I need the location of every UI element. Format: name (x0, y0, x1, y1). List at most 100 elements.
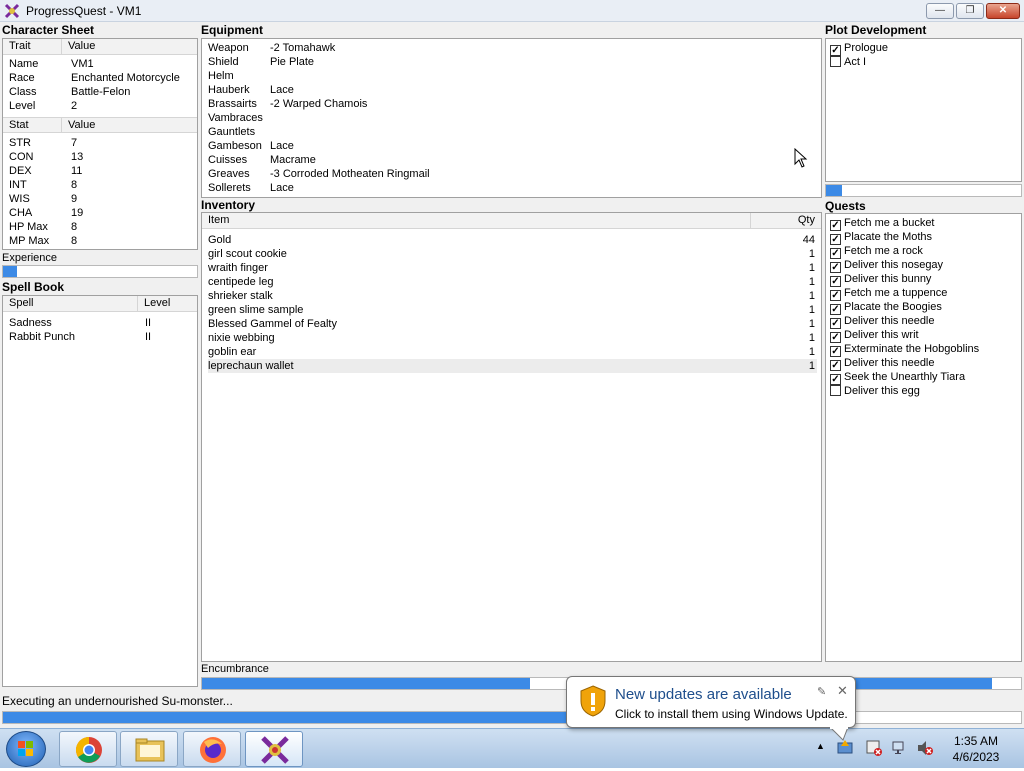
quest-item[interactable]: ✓ Fetch me a bucket (830, 216, 935, 231)
quest-item-label: Deliver this egg (844, 385, 920, 397)
close-button[interactable]: ✕ (986, 3, 1020, 19)
inventory-item-name: girl scout cookie (208, 248, 287, 260)
stat-row[interactable]: STR 7 (9, 136, 193, 150)
spell-column[interactable]: Spell (3, 296, 33, 311)
equipment-row[interactable]: Weapon -2 Tomahawk (208, 41, 817, 55)
notification-close-icon[interactable]: ✕ (837, 683, 848, 699)
inventory-item-qty: 1 (808, 346, 815, 358)
quest-item[interactable]: ✓ Fetch me a tuppence (830, 286, 947, 301)
quest-item[interactable]: ✓ Fetch me a rock (830, 244, 923, 259)
trait-column[interactable]: Trait (3, 39, 31, 54)
stat-row[interactable]: DEX 11 (9, 164, 193, 178)
minimize-button[interactable]: — (926, 3, 954, 19)
restore-button[interactable]: ❐ (956, 3, 984, 19)
task-progress-bar-fill (3, 712, 635, 723)
trait-row[interactable]: Class Battle-Felon (9, 85, 193, 99)
stat-row[interactable]: HP Max 8 (9, 220, 193, 234)
notification-options-icon[interactable]: ✎ (817, 685, 826, 698)
equipment-row[interactable]: Gambeson Lace (208, 139, 817, 153)
equipment-row[interactable]: Sollerets Lace (208, 181, 817, 195)
plot-act[interactable]: Act I (830, 55, 866, 69)
equipment-row[interactable]: Helm (208, 69, 817, 83)
equipment-row[interactable]: Gauntlets (208, 125, 817, 139)
inventory-row[interactable]: Gold 44 (208, 233, 817, 247)
clock[interactable]: 1:35 AM 4/6/2023 (940, 733, 1012, 765)
inventory-row[interactable]: centipede leg 1 (208, 275, 817, 289)
equipment-row[interactable]: Hauberk Lace (208, 83, 817, 97)
quest-item[interactable]: ✓ Deliver this writ (830, 328, 919, 343)
action-center-icon[interactable] (866, 740, 882, 756)
quest-item[interactable]: ✓ Seek the Unearthly Tiara (830, 370, 965, 385)
quest-item[interactable]: ✓ Deliver this needle (830, 356, 935, 371)
quest-item[interactable]: ✓ Placate the Moths (830, 230, 932, 245)
stat-row[interactable]: INT 8 (9, 178, 193, 192)
inventory-row[interactable]: Blessed Gammel of Fealty 1 (208, 317, 817, 331)
plot-act-label: Prologue (844, 42, 889, 54)
inventory-header[interactable]: Item Qty (202, 213, 821, 229)
taskbar-firefox[interactable] (183, 731, 241, 767)
item-column[interactable]: Item (202, 213, 229, 228)
windows-update-tray-icon[interactable] (836, 739, 854, 757)
level-column[interactable]: Level (137, 296, 170, 311)
stat-row-label: MP Max (9, 235, 50, 247)
volume-muted-icon[interactable] (916, 740, 934, 756)
equipment-row-value: Lace (270, 182, 294, 194)
quest-item[interactable]: Deliver this egg (830, 384, 920, 398)
equipment-row-label: Vambraces (208, 112, 263, 124)
equipment-row-label: Greaves (208, 168, 250, 180)
quest-item[interactable]: ✓ Deliver this nosegay (830, 258, 943, 273)
quest-item[interactable]: ✓ Exterminate the Hobgoblins (830, 342, 979, 357)
trait-row[interactable]: Level 2 (9, 99, 193, 113)
experience-bar (2, 265, 198, 278)
quest-item[interactable]: ✓ Deliver this bunny (830, 272, 931, 287)
trait-row[interactable]: Race Enchanted Motorcycle (9, 71, 193, 85)
tray-expand-icon[interactable]: ▲ (816, 741, 825, 751)
taskbar-progressquest[interactable] (245, 731, 303, 767)
equipment-panel: Weapon -2 Tomahawk Shield Pie Plate Helm Haub… (201, 38, 822, 198)
trait-row[interactable]: Name VM1 (9, 57, 193, 71)
quest-item-label: Fetch me a bucket (844, 217, 935, 229)
equipment-row[interactable]: Brassairts -2 Warped Chamois (208, 97, 817, 111)
update-notification[interactable]: New updates are available Click to insta… (566, 676, 856, 741)
inventory-row[interactable]: wraith finger 1 (208, 261, 817, 275)
inventory-row[interactable]: leprechaun wallet 1 (208, 359, 817, 373)
equipment-row[interactable]: Cuisses Macrame (208, 153, 817, 167)
traits-header[interactable]: Trait Value (3, 39, 197, 55)
spells-header[interactable]: Spell Level (3, 296, 197, 312)
value-column[interactable]: Value (61, 39, 95, 54)
equipment-row[interactable]: Vambraces (208, 111, 817, 125)
quest-item[interactable]: ✓ Deliver this needle (830, 314, 935, 329)
inventory-row[interactable]: goblin ear 1 (208, 345, 817, 359)
stat-row[interactable]: MP Max 8 (9, 234, 193, 248)
start-button[interactable] (6, 731, 46, 767)
inventory-row[interactable]: nixie webbing 1 (208, 331, 817, 345)
equipment-row[interactable]: Shield Pie Plate (208, 55, 817, 69)
stat-row-value: 8 (71, 179, 78, 191)
stat-row[interactable]: WIS 9 (9, 192, 193, 206)
stat-row[interactable]: CON 13 (9, 150, 193, 164)
spell-row[interactable]: Sadness II (9, 316, 193, 330)
taskbar-explorer[interactable] (120, 731, 178, 767)
equipment-row-label: Brassairts (208, 98, 257, 110)
taskbar-chrome[interactable] (59, 731, 117, 767)
quest-item-checkbox[interactable] (830, 385, 841, 396)
trait-row-value: 2 (71, 100, 78, 112)
inventory-row[interactable]: shrieker stalk 1 (208, 289, 817, 303)
inventory-item-name: wraith finger (208, 262, 268, 274)
stat-value-column[interactable]: Value (61, 118, 95, 133)
window-title: ProgressQuest - VM1 (26, 4, 142, 18)
stats-header[interactable]: Stat Value (3, 117, 197, 133)
stat-column[interactable]: Stat (3, 118, 29, 133)
plot-act-checkbox[interactable] (830, 56, 841, 67)
equipment-row-label: Sollerets (208, 182, 251, 194)
equipment-row[interactable]: Greaves -3 Corroded Motheaten Ringmail (208, 167, 817, 181)
equipment-row-label: Gambeson (208, 140, 262, 152)
network-icon[interactable] (892, 740, 908, 756)
qty-column[interactable]: Qty (750, 213, 821, 228)
stat-row[interactable]: CHA 19 (9, 206, 193, 220)
plot-act[interactable]: ✓ Prologue (830, 41, 889, 56)
inventory-row[interactable]: green slime sample 1 (208, 303, 817, 317)
spell-row[interactable]: Rabbit Punch II (9, 330, 193, 344)
inventory-row[interactable]: girl scout cookie 1 (208, 247, 817, 261)
quest-item[interactable]: ✓ Placate the Boogies (830, 300, 942, 315)
